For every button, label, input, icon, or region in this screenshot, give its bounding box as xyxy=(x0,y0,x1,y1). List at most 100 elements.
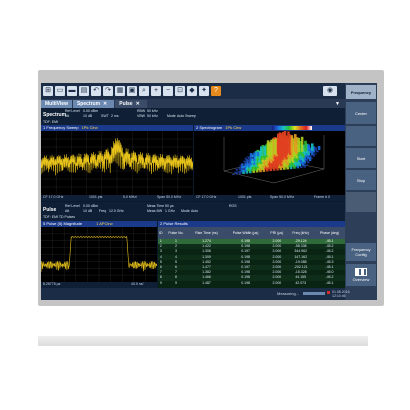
column-header[interactable]: Freq (kHz) xyxy=(287,227,315,239)
zoom-icon[interactable]: ⌕ xyxy=(139,86,149,96)
tab-spectrum[interactable]: Spectrum ✕ xyxy=(72,100,115,108)
frequency-sweep-title-text: 1 Frequency Sweep xyxy=(43,125,79,130)
spectrogram-bar xyxy=(256,151,260,157)
column-header[interactable]: Phase (deg) xyxy=(314,227,345,239)
spectrogram-points: 1001 pts xyxy=(238,195,252,199)
table-cell: 2.000 xyxy=(266,280,288,286)
spectrogram-bar xyxy=(311,143,314,151)
close-icon[interactable]: ✕ xyxy=(136,100,140,108)
spectrogram-bar xyxy=(253,152,256,157)
spectrogram-bar xyxy=(294,134,297,153)
spectrogram-span: Span 50.0 MHz xyxy=(270,195,295,199)
spectrogram-bar xyxy=(317,146,321,150)
softkey-stop[interactable]: Stop xyxy=(346,170,376,190)
pulse-tdf-label: TDF: EMI TD Pulses xyxy=(43,215,76,219)
table-header-row: ID Pulse No. Rise Time (ns) Pulse Width (µs… xyxy=(158,227,345,239)
save-icon[interactable]: ▬ xyxy=(67,86,77,96)
spectrogram-frame: Frame # 0 xyxy=(314,195,330,199)
ref-level-label: Ref Level xyxy=(65,109,80,113)
spectrogram-bar xyxy=(239,165,242,167)
zoom-in-icon[interactable]: + xyxy=(151,86,161,96)
tab-spectrum-label: Spectrum xyxy=(76,101,101,107)
spectrogram-bar xyxy=(235,168,239,171)
instrument-base xyxy=(38,336,368,346)
help-icon[interactable]: ? xyxy=(211,86,221,96)
swt-label: SWT xyxy=(101,114,109,118)
softkey-center[interactable]: Center xyxy=(346,102,376,124)
softkey-blank-2[interactable] xyxy=(346,192,376,212)
spectrogram-bar xyxy=(316,150,319,153)
print-icon[interactable]: ▤ xyxy=(79,86,89,96)
spectrogram-bar xyxy=(237,171,240,173)
spectrogram-bar xyxy=(241,163,244,164)
pulse-freq-label: Freq xyxy=(99,209,107,213)
column-header[interactable]: Pulse No. xyxy=(163,227,189,239)
att-value: 10 dB xyxy=(83,114,93,118)
pulse-magnitude-trace-tag: 1 APClrw xyxy=(96,221,113,226)
open-icon[interactable]: ▭ xyxy=(55,86,65,96)
softkey-menu-frequency[interactable]: Frequency xyxy=(346,85,376,99)
ref-level-value: 0.00 dBm xyxy=(83,109,98,113)
pulse-magnitude-plot[interactable] xyxy=(41,227,157,282)
column-header[interactable]: PRI (µs) xyxy=(266,227,288,239)
table-cell: -45.1 xyxy=(314,280,345,286)
spectrogram-bar xyxy=(242,164,246,166)
display-icon[interactable]: ▣ xyxy=(127,86,137,96)
spectrogram-bar xyxy=(248,157,251,160)
spectrogram-bar xyxy=(314,153,317,155)
pulse-channel-name: Pulse xyxy=(43,207,57,213)
marker-icon[interactable]: ◆ xyxy=(187,86,197,96)
spectrogram-bar xyxy=(237,167,240,169)
overview-icon xyxy=(355,268,367,276)
spectrogram-bar xyxy=(287,131,290,154)
close-icon[interactable]: ✕ xyxy=(103,100,107,108)
tab-pulse[interactable]: Pulse ✕ xyxy=(115,100,147,108)
pulse-results-table[interactable]: ID Pulse No. Rise Time (ns) Pulse Width (µs… xyxy=(158,227,345,286)
column-header[interactable]: Rise Time (ns) xyxy=(188,227,225,239)
pulse-ref-level-label: Ref Level xyxy=(65,204,80,208)
softkey-start[interactable]: Start xyxy=(346,148,376,168)
spectrogram-bar xyxy=(283,131,287,154)
pulse-att-label: Att xyxy=(65,209,70,213)
spectrum-channel-bar: Spectrum Ref Level 0.00 dBm Att 10 dB SW… xyxy=(41,108,345,125)
softkey-frequency-config[interactable]: Frequency Config xyxy=(346,243,376,261)
spectrogram-bar xyxy=(304,140,307,152)
meas-bw-label: Meas BW xyxy=(147,209,163,213)
softkey-overview-label: Overview xyxy=(352,277,370,282)
spectrum-channel-name: Spectrum xyxy=(43,112,67,118)
windows-icon[interactable]: ⊞ xyxy=(43,86,53,96)
zoom-out-icon[interactable]: − xyxy=(163,86,173,96)
table-cell: 9 xyxy=(163,280,189,286)
spectrogram-bar xyxy=(246,156,249,158)
spectrogram-bar xyxy=(251,156,254,159)
column-header[interactable]: Pulse Width (µs) xyxy=(224,227,267,239)
frequency-sweep-plot[interactable] xyxy=(41,131,193,195)
frequency-sweep-axis: CF 17.0 GHz 1001 pts 5.0 MHz/ Span 50.0 … xyxy=(41,195,193,201)
spectrogram-bar xyxy=(246,160,249,162)
spectrogram-bar xyxy=(307,161,310,164)
wizard-icon[interactable]: ✦ xyxy=(199,86,209,96)
softkey-blank-1[interactable] xyxy=(346,126,376,146)
spectrogram-3d-plot[interactable] xyxy=(194,131,345,195)
spectrogram-bar xyxy=(232,174,235,175)
spectrogram-bar xyxy=(280,133,283,154)
redo-icon[interactable]: ↷ xyxy=(103,86,113,96)
pulse-start-time: 8.25775 µs xyxy=(43,282,61,286)
grid-icon[interactable]: ▦ xyxy=(115,86,125,96)
remote-indicator xyxy=(327,291,330,294)
tab-multiview[interactable]: MultiView xyxy=(41,100,72,108)
camera-icon[interactable]: ◉ xyxy=(323,86,337,96)
spectrogram-bar xyxy=(244,157,248,160)
spectrogram-bar xyxy=(249,153,253,157)
multi-zoom-icon[interactable]: ⊡ xyxy=(175,86,185,96)
rbw-label: RBW xyxy=(137,109,146,113)
table-row[interactable]: 9 9 1.487 0.198 2.000 42.073 -45.1 xyxy=(158,280,345,286)
spectrogram-bar xyxy=(260,146,263,156)
pulse-freq-value: 12.0 GHz xyxy=(109,209,124,213)
vbw-value: 50 kHz xyxy=(147,114,158,118)
tab-overflow[interactable]: ▼ xyxy=(331,100,344,108)
undo-icon[interactable]: ↶ xyxy=(91,86,101,96)
pulse-time-per-div: 40.0 ns/ xyxy=(131,282,144,286)
softkey-overview[interactable]: Overview xyxy=(346,264,376,286)
date-time: 01.08.2016 12:10:46 xyxy=(332,290,350,298)
